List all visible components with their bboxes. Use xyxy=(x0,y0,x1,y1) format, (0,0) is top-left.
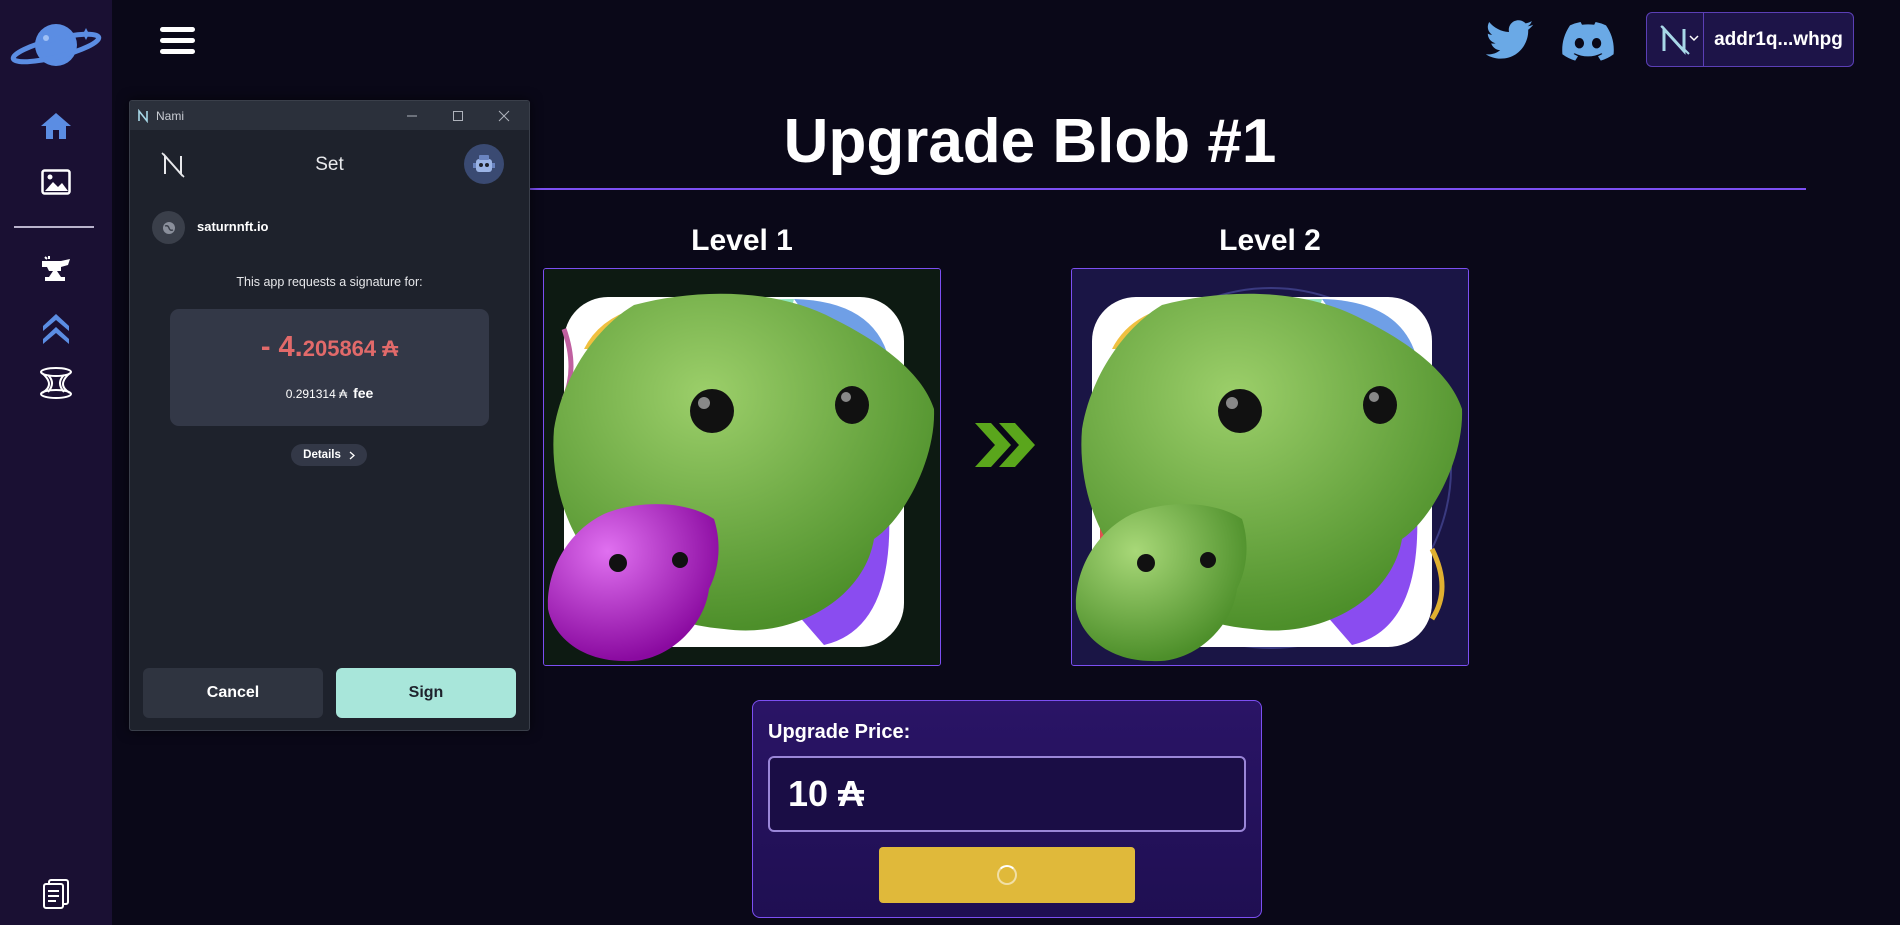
nami-logo-icon xyxy=(1647,13,1704,66)
close-icon xyxy=(498,110,510,121)
globe-icon xyxy=(152,211,185,244)
nami-window-icon xyxy=(138,108,148,123)
menu-toggle-button[interactable] xyxy=(158,24,198,58)
wallet-address: addr1q...whpg xyxy=(1714,28,1843,50)
anvil-icon[interactable] xyxy=(0,248,112,292)
details-label: Details xyxy=(303,449,341,461)
signature-request-text: This app requests a signature for: xyxy=(236,275,423,289)
loading-spinner-icon xyxy=(997,865,1017,885)
upgrade-price-value: 10 ₳ xyxy=(788,773,865,814)
document-icon[interactable] xyxy=(0,872,112,916)
chevron-down-icon xyxy=(1689,35,1699,42)
account-avatar[interactable] xyxy=(464,144,504,184)
maximize-button[interactable] xyxy=(435,101,481,130)
discord-icon[interactable] xyxy=(1562,22,1614,66)
portal-icon[interactable] xyxy=(0,361,112,405)
upgrade-price-panel: Upgrade Price: 10 ₳ xyxy=(752,700,1262,918)
nami-titlebar[interactable]: Nami xyxy=(130,101,529,130)
saturn-logo[interactable] xyxy=(0,18,112,74)
maximize-icon xyxy=(453,110,463,121)
next-nft-image xyxy=(1071,268,1469,666)
amount-whole: - 4. xyxy=(260,331,303,363)
sign-button[interactable]: Sign xyxy=(336,668,516,718)
chevron-right-icon xyxy=(349,451,355,459)
upgrade-price-field: 10 ₳ xyxy=(768,756,1246,832)
page-title: Upgrade Blob #1 xyxy=(783,107,1277,176)
robot-avatar-icon xyxy=(473,155,495,172)
wallet-connect-button[interactable]: addr1q...whpg xyxy=(1646,12,1854,67)
nami-window-title: Nami xyxy=(156,108,185,123)
current-nft-image xyxy=(543,268,941,666)
details-button[interactable]: Details xyxy=(291,444,367,466)
transaction-fee: 0.291314 ₳ fee xyxy=(170,385,489,403)
sidebar-divider xyxy=(14,226,94,228)
minimize-icon xyxy=(407,115,417,116)
close-button[interactable] xyxy=(481,101,527,130)
twitter-icon[interactable] xyxy=(1485,20,1534,64)
upgrade-button[interactable] xyxy=(879,847,1135,903)
cancel-button[interactable]: Cancel xyxy=(143,668,323,718)
title-divider xyxy=(530,188,1806,190)
upgrade-arrow-icon xyxy=(973,421,1039,473)
minimize-button[interactable] xyxy=(389,101,435,130)
home-icon[interactable] xyxy=(0,104,112,148)
fee-amount: 0.291314 ₳ xyxy=(285,387,348,401)
transaction-amount: - 4.205864 ₳ xyxy=(170,331,489,364)
current-level-label: Level 1 xyxy=(691,224,793,257)
nami-wallet-window: Nami Set saturnnft.io This app requests … xyxy=(129,100,530,731)
amount-fraction: 205864 ₳ xyxy=(302,336,399,361)
next-level-label: Level 2 xyxy=(1219,224,1321,257)
image-icon[interactable] xyxy=(0,160,112,204)
fee-label: fee xyxy=(353,385,374,401)
sidebar xyxy=(0,0,112,925)
upgrade-price-label: Upgrade Price: xyxy=(768,721,911,743)
requesting-site: saturnnft.io xyxy=(197,219,269,234)
upgrade-chevrons-icon[interactable] xyxy=(0,305,112,349)
transaction-amount-card: - 4.205864 ₳ 0.291314 ₳ fee xyxy=(170,309,489,426)
